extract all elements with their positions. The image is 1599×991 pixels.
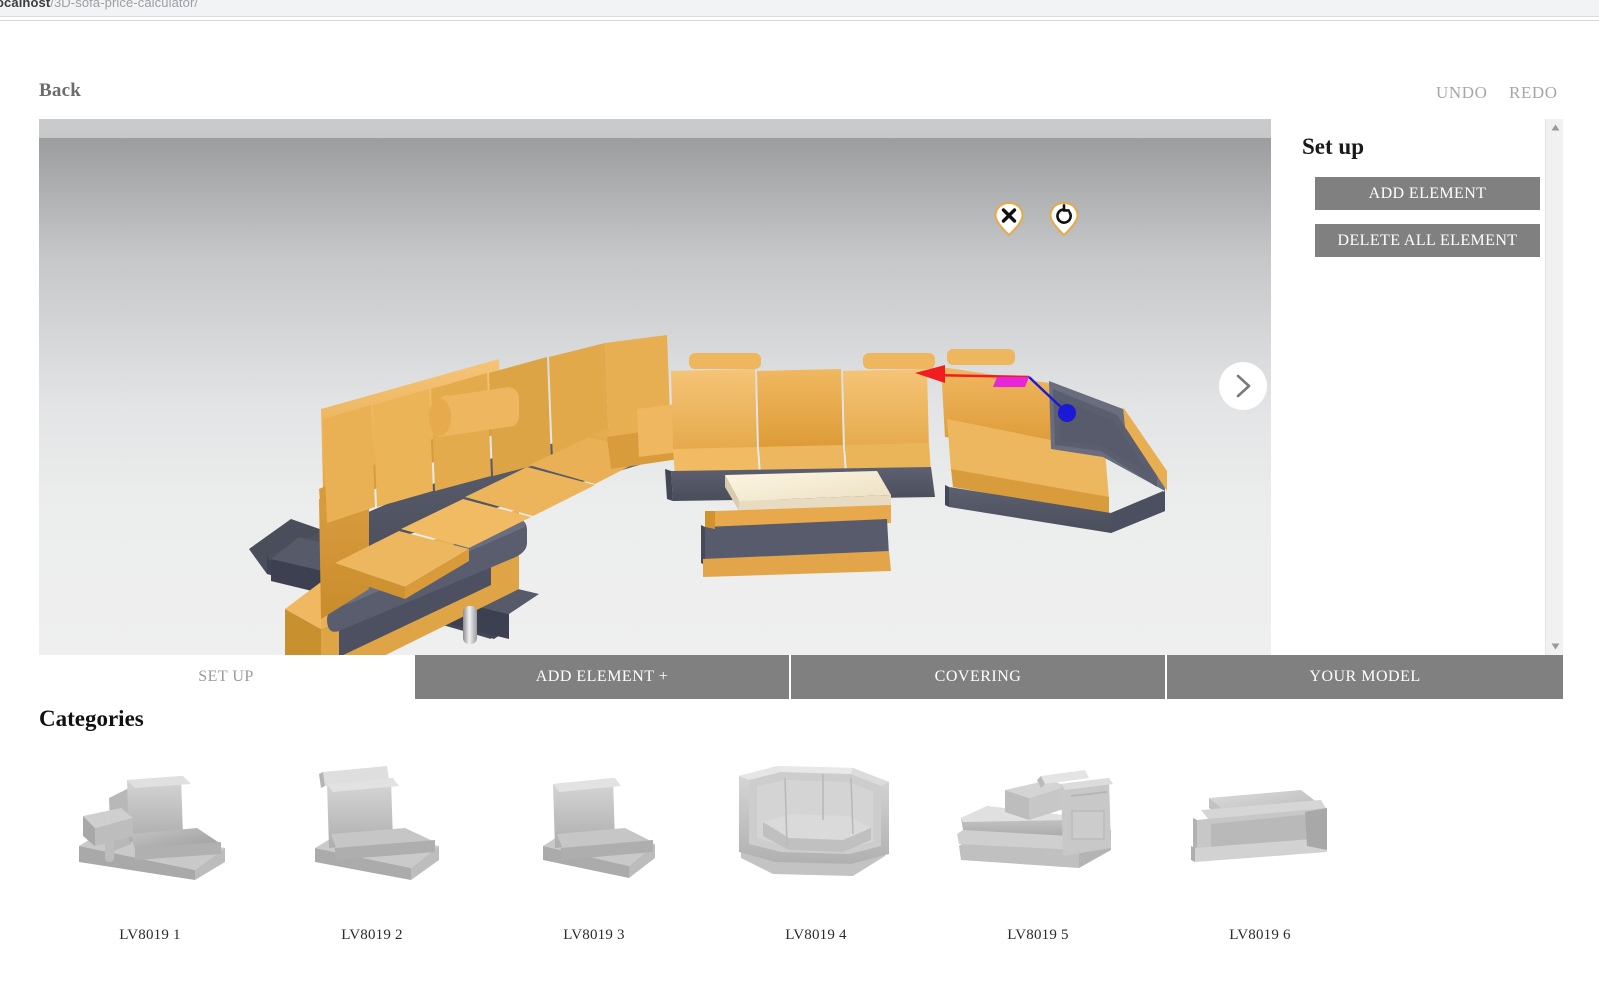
scroll-up-button[interactable] <box>1546 119 1564 136</box>
delete-element-pin[interactable] <box>994 201 1024 241</box>
category-label-4: LV8019 4 <box>785 927 847 943</box>
category-item-lv8019-2[interactable]: LV8019 2 <box>261 745 483 980</box>
scroll-down-button[interactable] <box>1546 638 1564 655</box>
rotate-element-pin[interactable] <box>1049 201 1079 241</box>
module-thumbnail-4 <box>721 745 911 885</box>
browser-separator <box>0 17 1599 21</box>
panel-title: Set up <box>1302 134 1364 159</box>
category-item-lv8019-4[interactable]: LV8019 4 <box>705 745 927 980</box>
category-label-6: LV8019 6 <box>1229 927 1291 943</box>
module-thumbnail-2 <box>277 745 467 885</box>
sofa-3d-model[interactable] <box>39 119 1271 655</box>
category-item-lv8019-6[interactable]: LV8019 6 <box>1149 745 1371 980</box>
setup-side-panel: Set up ADD ELEMENT DELETE ALL ELEMENT <box>1271 119 1563 655</box>
tab-your-model[interactable]: YOUR MODEL <box>1167 655 1563 699</box>
chevron-right-icon <box>1236 374 1251 398</box>
tab-set-up[interactable]: SET UP <box>39 655 415 699</box>
back-button[interactable]: Back <box>39 80 81 102</box>
add-element-button[interactable]: ADD ELEMENT <box>1315 177 1540 210</box>
module-thumbnail-5 <box>943 745 1133 885</box>
category-item-lv8019-5[interactable]: LV8019 5 <box>927 745 1149 980</box>
url-host: ocalhost <box>0 0 51 10</box>
categories-grid: LV8019 1 LV8019 2 LV8019 3 LV8019 4 LV80… <box>39 745 1563 980</box>
browser-url-text: ocalhost/3D-sofa-price-calculator/ <box>0 0 198 10</box>
category-label-3: LV8019 3 <box>563 927 625 943</box>
browser-url-bar[interactable]: ocalhost/3D-sofa-price-calculator/ <box>0 0 1599 17</box>
3d-viewport[interactable] <box>39 119 1271 655</box>
triangle-down-icon <box>1551 643 1559 650</box>
configurator-tabbar: SET UP ADD ELEMENT + COVERING YOUR MODEL <box>39 655 1563 699</box>
module-thumbnail-3 <box>499 745 689 885</box>
configurator-stage: Set up ADD ELEMENT DELETE ALL ELEMENT <box>39 119 1563 655</box>
tab-add-element[interactable]: ADD ELEMENT + <box>415 655 791 699</box>
module-thumbnail-6 <box>1165 745 1355 885</box>
redo-button[interactable]: REDO <box>1509 83 1558 103</box>
delete-all-element-button[interactable]: DELETE ALL ELEMENT <box>1315 224 1540 257</box>
categories-title: Categories <box>39 706 144 731</box>
category-item-lv8019-1[interactable]: LV8019 1 <box>39 745 261 980</box>
next-view-button[interactable] <box>1219 362 1267 410</box>
triangle-up-icon <box>1551 124 1559 131</box>
category-label-1: LV8019 1 <box>119 927 181 943</box>
category-item-lv8019-3[interactable]: LV8019 3 <box>483 745 705 980</box>
tab-covering[interactable]: COVERING <box>791 655 1167 699</box>
page-header: Back UNDO REDO <box>0 22 1599 119</box>
url-path: /3D-sofa-price-calculator/ <box>50 0 199 10</box>
panel-scrollbar[interactable] <box>1545 119 1563 655</box>
category-label-2: LV8019 2 <box>341 927 403 943</box>
undo-button[interactable]: UNDO <box>1436 83 1488 103</box>
module-thumbnail-1 <box>55 745 245 885</box>
category-label-5: LV8019 5 <box>1007 927 1069 943</box>
